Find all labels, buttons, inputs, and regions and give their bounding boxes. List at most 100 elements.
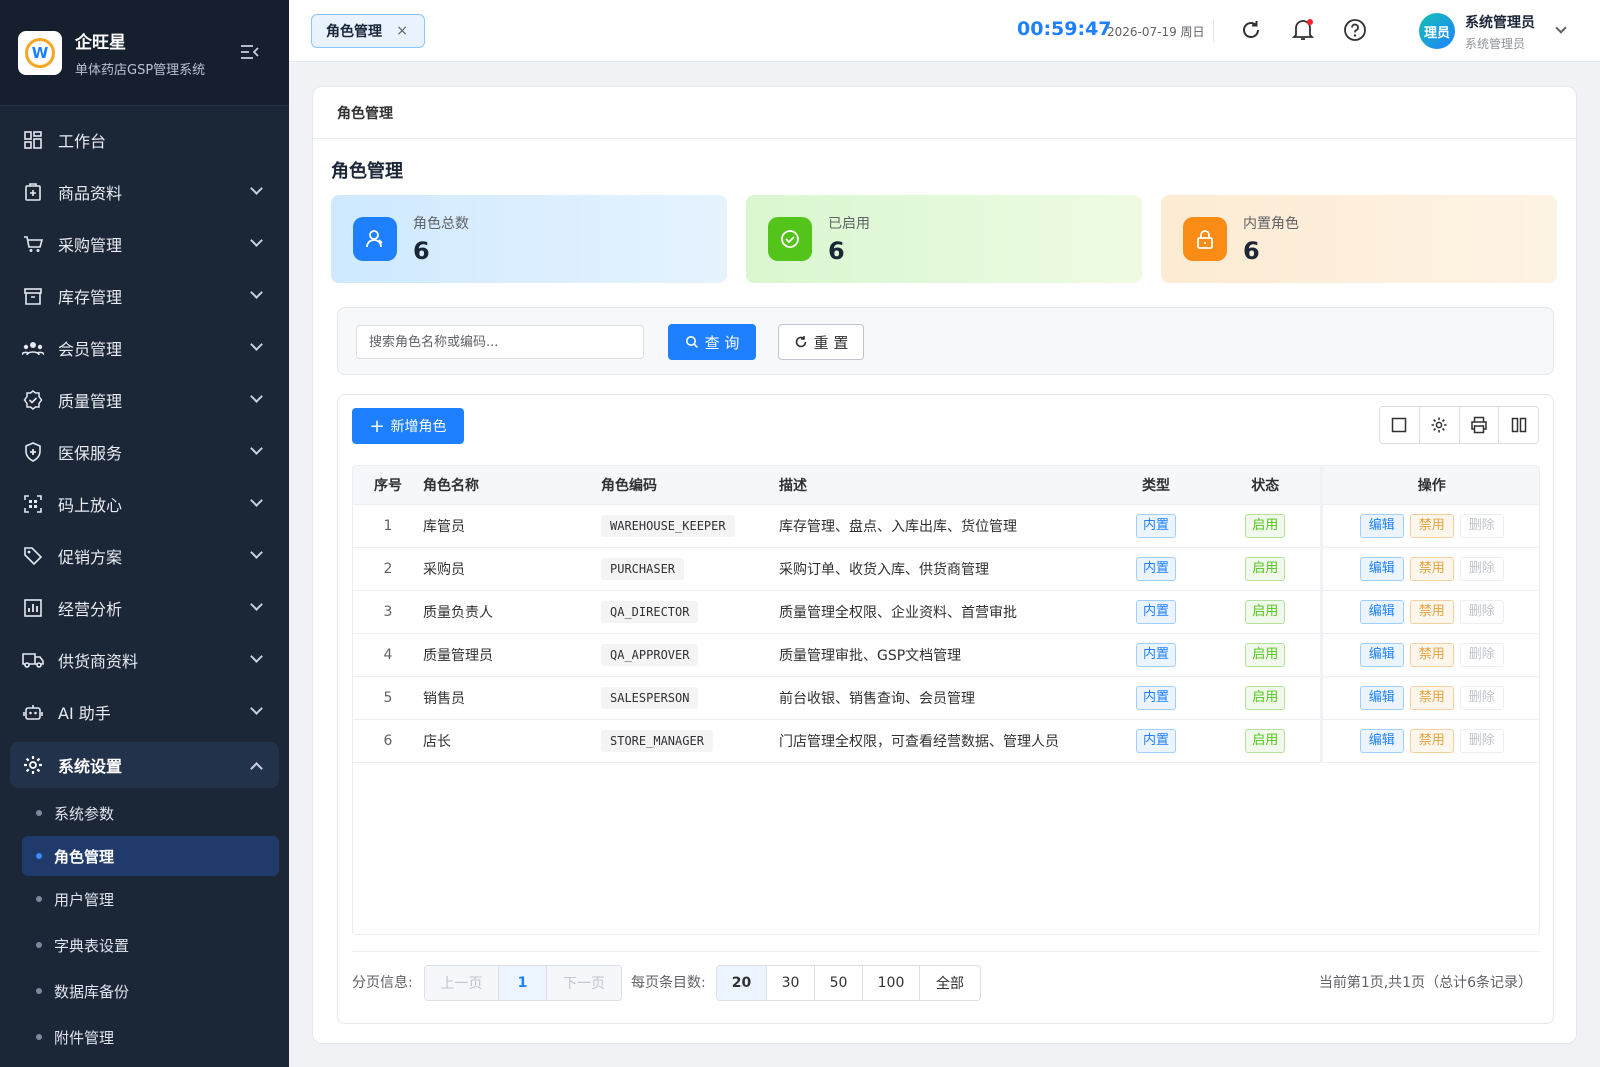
chevron-up-icon — [250, 762, 263, 775]
user-role: 系统管理员 — [1465, 37, 1526, 51]
sidebar-item-ai-assistant[interactable]: AI 助手 — [0, 686, 289, 738]
settings-icon[interactable] — [1420, 407, 1460, 443]
avatar[interactable]: 理员 — [1419, 13, 1455, 49]
sidebar-item-inventory[interactable]: 库存管理 — [0, 270, 289, 322]
edit-button[interactable]: 编辑 — [1359, 556, 1404, 581]
disable-button[interactable]: 禁用 — [1409, 599, 1454, 624]
sidebar-item-label: AI 助手 — [58, 704, 111, 723]
table-row[interactable]: 5 销售员 SALESPERSON 前台收银、销售查询、会员管理 内置 启用 编辑 禁用 删除 — [353, 676, 1539, 720]
page-number-button[interactable]: 1 — [499, 966, 547, 1000]
sidebar-item-promotions[interactable]: 促销方案 — [0, 530, 289, 582]
card-header: 角色管理 — [313, 87, 1576, 139]
column-header[interactable]: 类型 — [1101, 466, 1211, 505]
user-name[interactable]: 系统管理员 — [1465, 12, 1535, 32]
sidebar-item-analytics[interactable]: 经营分析 — [0, 582, 289, 634]
role-description: 库存管理、盘点、入库出库、货位管理 — [779, 504, 1101, 548]
sidebar-item-label: 供货商资料 — [58, 652, 139, 671]
clock: 00:59:47 — [1017, 18, 1112, 40]
edit-button[interactable]: 编辑 — [1359, 599, 1404, 624]
sidebar-item-suppliers[interactable]: 供货商资料 — [0, 634, 289, 686]
bullet-dot — [36, 896, 42, 902]
column-header[interactable]: 序号 — [353, 466, 423, 505]
sidebar-item-label: 医保服务 — [58, 444, 123, 463]
column-header[interactable]: 描述 — [779, 466, 1101, 505]
add-role-button[interactable]: + 新增角色 — [352, 408, 464, 444]
collapse-menu-icon[interactable] — [240, 44, 260, 65]
reset-button[interactable]: 重 置 — [778, 324, 864, 360]
search-input[interactable] — [356, 325, 644, 359]
edit-button[interactable]: 编辑 — [1359, 685, 1404, 710]
table-row[interactable]: 2 采购员 PURCHASER 采购订单、收货入库、供货商管理 内置 启用 编辑 禁用 删除 — [353, 547, 1539, 591]
chevron-down-icon — [250, 442, 263, 455]
column-header[interactable]: 状态 — [1211, 466, 1321, 505]
edit-button[interactable]: 编辑 — [1359, 642, 1404, 667]
users-icon — [353, 217, 397, 261]
status-badge: 启用 — [1245, 728, 1286, 753]
row-number: 6 — [353, 719, 423, 763]
sidebar-subitem-user-management[interactable]: 用户管理 — [0, 876, 289, 922]
sidebar-item-quality[interactable]: 质量管理 — [0, 374, 289, 426]
chevron-down-icon[interactable] — [1555, 22, 1567, 34]
sidebar-item-traceability[interactable]: 码上放心 — [0, 478, 289, 530]
sidebar-item-label: 系统设置 — [58, 757, 123, 776]
delete-button[interactable]: 删除 — [1459, 556, 1504, 581]
sidebar-item-products[interactable]: 商品资料 — [0, 166, 289, 218]
table-row[interactable]: 1 库管员 WAREHOUSE_KEEPER 库存管理、盘点、入库出库、货位管理 内置 启… — [353, 504, 1539, 548]
sidebar-item-medical-insurance[interactable]: 医保服务 — [0, 426, 289, 478]
delete-button[interactable]: 删除 — [1459, 642, 1504, 667]
query-button[interactable]: 查 询 — [668, 324, 756, 360]
columns-icon[interactable] — [1499, 407, 1538, 443]
sidebar-subitem-system-params[interactable]: 系统参数 — [0, 790, 289, 836]
sidebar-item-system-settings[interactable]: 系统设置 — [10, 742, 279, 788]
refresh-icon[interactable] — [1239, 18, 1263, 42]
page-size-option[interactable]: 100 — [863, 966, 920, 1000]
page-size-option[interactable]: 30 — [767, 966, 815, 1000]
stat-value: 6 — [413, 237, 430, 265]
disable-button[interactable]: 禁用 — [1409, 556, 1454, 581]
bell-icon[interactable] — [1291, 18, 1315, 42]
prev-page-button[interactable]: 上一页 — [425, 966, 499, 1000]
pagination-info: 当前第1页,共1页（总计6条记录） — [1318, 975, 1532, 991]
sidebar-item-purchase[interactable]: 采购管理 — [0, 218, 289, 270]
sidebar-subitem-label: 数据库备份 — [54, 982, 130, 1001]
delete-button[interactable]: 删除 — [1459, 685, 1504, 710]
edit-button[interactable]: 编辑 — [1359, 513, 1404, 538]
app-name: 企旺星 — [75, 32, 126, 53]
next-page-button[interactable]: 下一页 — [547, 966, 621, 1000]
column-header[interactable]: 角色编码 — [601, 466, 779, 505]
close-icon[interactable]: × — [396, 23, 408, 39]
type-badge: 内置 — [1135, 685, 1176, 710]
help-icon[interactable] — [1343, 18, 1367, 42]
disable-button[interactable]: 禁用 — [1409, 728, 1454, 753]
page-size-option[interactable]: 50 — [815, 966, 863, 1000]
table-row[interactable]: 6 店长 STORE_MANAGER 门店管理全权限，可查看经营数据、管理人员 内置 启用… — [353, 719, 1539, 763]
stat-label: 角色总数 — [413, 216, 469, 232]
tab-role-management[interactable]: 角色管理 × — [311, 14, 425, 48]
table-row[interactable]: 3 质量负责人 QA_DIRECTOR 质量管理全权限、企业资料、首营审批 内置 启用 编辑… — [353, 590, 1539, 634]
chevron-down-icon — [250, 234, 263, 247]
table-row[interactable]: 4 质量管理员 QA_APPROVER 质量管理审批、GSP文档管理 内置 启用 编辑 禁用删… — [353, 633, 1539, 677]
delete-button[interactable]: 删除 — [1459, 513, 1504, 538]
column-header[interactable]: 角色名称 — [423, 466, 601, 505]
sidebar-item-members[interactable]: 会员管理 — [0, 322, 289, 374]
sidebar-subitem-attachments[interactable]: 附件管理 — [0, 1014, 289, 1060]
page-size-option[interactable]: 全部 — [920, 966, 980, 1000]
sidebar-item-workbench[interactable]: 工作台 — [0, 114, 289, 166]
print-icon[interactable] — [1460, 407, 1500, 443]
page-size-option[interactable]: 20 — [717, 966, 767, 1000]
delete-button[interactable]: 删除 — [1459, 728, 1504, 753]
sidebar-subitem-label: 附件管理 — [54, 1028, 115, 1047]
delete-button[interactable]: 删除 — [1459, 599, 1504, 624]
disable-button[interactable]: 禁用 — [1409, 642, 1454, 667]
disable-button[interactable]: 禁用 — [1409, 513, 1454, 538]
type-badge: 内置 — [1135, 728, 1176, 753]
disable-button[interactable]: 禁用 — [1409, 685, 1454, 710]
row-number: 4 — [353, 633, 423, 677]
sidebar-subitem-db-backup[interactable]: 数据库备份 — [0, 968, 289, 1014]
sidebar-subitem-dictionary[interactable]: 字典表设置 — [0, 922, 289, 968]
fullscreen-icon[interactable] — [1380, 407, 1420, 443]
sidebar-subitem-role-management[interactable]: 角色管理 — [22, 836, 279, 876]
edit-button[interactable]: 编辑 — [1359, 728, 1404, 753]
status-badge: 启用 — [1245, 685, 1286, 710]
chevron-down-icon — [250, 494, 263, 507]
